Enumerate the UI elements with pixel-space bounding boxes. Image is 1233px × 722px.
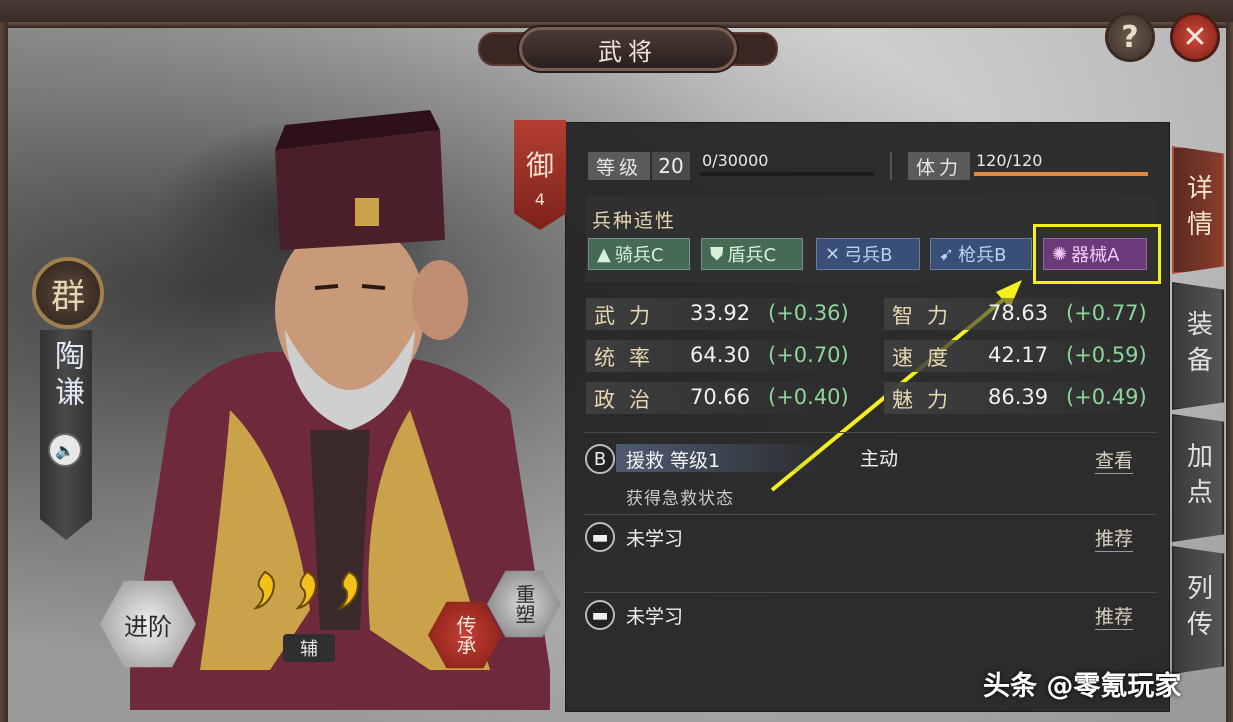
troop-type-cost: 4	[534, 190, 546, 209]
right-frame	[1226, 22, 1233, 722]
exp-text: 0/30000	[702, 151, 769, 170]
stat-bonus-force: (+0.36)	[768, 301, 849, 325]
skill-description: 获得急救状态	[626, 489, 734, 509]
stat-bonus-politics: (+0.40)	[768, 385, 849, 409]
skill-grade-icon: B	[585, 444, 615, 474]
star-icon	[252, 570, 275, 610]
recommend-button[interactable]: 推荐	[1095, 524, 1134, 552]
top-frame	[0, 0, 1233, 22]
exp-bar	[700, 172, 874, 176]
faction-badge: 群	[32, 257, 104, 329]
stat-bonus-command: (+0.70)	[768, 343, 849, 367]
stat-value-speed: 42.17	[988, 343, 1049, 367]
stat-name-force: 武力	[594, 304, 664, 328]
stat-name-politics: 政治	[594, 388, 664, 412]
view-skill-button[interactable]: 查看	[1095, 446, 1134, 474]
annotation-highlight-box	[1033, 224, 1161, 284]
stat-value-charm: 86.39	[988, 385, 1049, 409]
stat-name-command: 统率	[594, 346, 664, 370]
close-button[interactable]: ✕	[1170, 12, 1220, 62]
page-title: 武将	[519, 27, 737, 71]
affinity-label: 枪兵B	[958, 245, 1007, 266]
skill-slot-label: 未学习	[626, 606, 684, 628]
troop-type-banner: 御 4	[514, 120, 566, 230]
help-button[interactable]: ?	[1105, 12, 1155, 62]
stamina-label: 体力	[908, 152, 971, 180]
star-icon	[336, 570, 359, 610]
remodel-label: 重塑	[512, 584, 536, 624]
affinity-shield[interactable]: ⛊ 盾兵C	[701, 238, 803, 270]
stat-value-command: 64.30	[690, 343, 751, 367]
affinity-title: 兵种适性	[592, 210, 677, 232]
stat-value-intelligence: 78.63	[988, 301, 1049, 325]
locked-slot-icon: ▬	[585, 522, 615, 552]
stat-bonus-speed: (+0.59)	[1066, 343, 1147, 367]
star-icon	[294, 570, 317, 610]
recommend-button[interactable]: 推荐	[1095, 602, 1134, 630]
tab-equipment[interactable]: 装备	[1172, 282, 1224, 410]
skill-type: 主动	[860, 448, 899, 470]
stamina-bar	[974, 172, 1148, 176]
cavalry-icon: ▲	[597, 243, 611, 265]
tab-details[interactable]: 详情	[1172, 146, 1224, 274]
locked-slot-icon: ▬	[585, 600, 615, 630]
stat-name-charm: 魅力	[892, 388, 962, 412]
skill-slot-label: 未学习	[626, 528, 684, 550]
stamina-text: 120/120	[976, 151, 1043, 170]
stamina-bar-fill	[974, 172, 1148, 176]
stat-bonus-charm: (+0.49)	[1066, 385, 1147, 409]
level-label: 等级	[588, 152, 651, 180]
inherit-label: 传承	[453, 615, 477, 655]
voice-button[interactable]: 🔈	[48, 433, 82, 467]
spear-icon: ➹	[939, 243, 955, 265]
affinity-label: 盾兵C	[727, 245, 777, 266]
tab-points[interactable]: 加点	[1172, 414, 1224, 542]
stat-value-force: 33.92	[690, 301, 751, 325]
affinity-label: 弓兵B	[844, 245, 893, 266]
troop-type-name: 御	[525, 149, 554, 182]
stat-name-intelligence: 智力	[892, 304, 962, 328]
role-tag: 辅	[283, 634, 335, 662]
affinity-cavalry[interactable]: ▲ 骑兵C	[588, 238, 690, 270]
affinity-spear[interactable]: ➹ 枪兵B	[930, 238, 1032, 270]
skill-name[interactable]: 援救 等级1	[626, 446, 720, 473]
stat-value-politics: 70.66	[690, 385, 751, 409]
tab-biography[interactable]: 列传	[1172, 546, 1224, 674]
level-value: 20	[652, 152, 690, 180]
title-plaque: 武将	[478, 22, 778, 76]
affinity-bow[interactable]: ✕ 弓兵B	[816, 238, 920, 270]
general-name: 陶谦	[49, 340, 84, 412]
divider	[890, 152, 892, 180]
shield-icon: ⛊	[710, 243, 724, 265]
watermark: 头条 @零氪玩家	[983, 671, 1182, 702]
stat-name-speed: 速度	[892, 346, 962, 370]
stat-bonus-intelligence: (+0.77)	[1066, 301, 1147, 325]
star-rating	[252, 570, 362, 610]
left-frame	[0, 22, 8, 722]
bow-icon: ✕	[825, 243, 841, 265]
speaker-icon: 🔈	[55, 440, 75, 460]
affinity-label: 骑兵C	[614, 245, 664, 266]
